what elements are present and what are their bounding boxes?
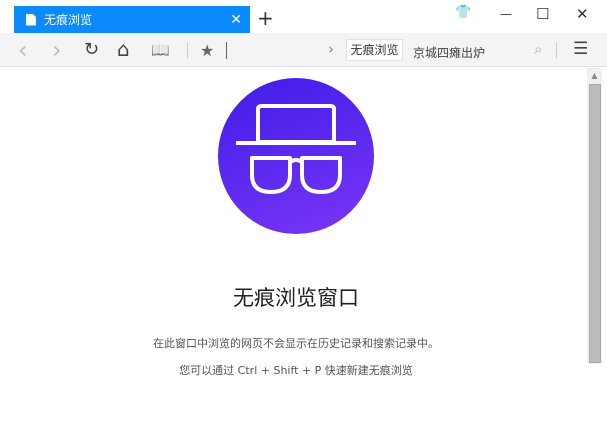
toolbar: ‹ › ↻ ⌂ 📖 ★ › 无痕浏览 京城四瘫出炉 ⌕ ☰ [0,33,607,67]
scrollbar-thumb[interactable] [589,84,601,363]
forward-button[interactable]: › [52,36,62,64]
scrollbar[interactable]: ▲ [587,68,602,364]
incognito-logo [218,78,374,234]
new-tab-button[interactable]: + [257,6,274,30]
hat-glasses-icon [236,104,356,194]
divider [187,42,188,59]
home-button[interactable]: ⌂ [117,37,130,61]
shortcut-hint: 您可以通过 Ctrl + Shift + P 快速新建无痕浏览 [179,364,413,377]
tab-title: 无痕浏览 [44,13,93,27]
back-button[interactable]: ‹ [18,36,28,64]
expand-arrow[interactable]: › [328,40,334,58]
close-window-button[interactable]: ✕ [576,5,589,23]
document-icon [26,13,36,26]
search-icon[interactable]: ⌕ [534,40,542,58]
scroll-up-icon[interactable]: ▲ [587,68,602,84]
hot-search-link[interactable]: 京城四瘫出炉 [413,44,485,61]
tab-incognito[interactable]: 无痕浏览 ✕ [14,6,250,33]
maximize-button[interactable]: ☐ [536,5,549,23]
menu-button[interactable]: ☰ [573,39,588,59]
address-cursor [226,42,227,59]
page-title: 无痕浏览窗口 [233,286,359,310]
tab-close-icon[interactable]: ✕ [230,12,242,28]
reload-button[interactable]: ↻ [84,39,99,60]
divider [556,42,557,59]
skin-icon[interactable]: 👕 [455,5,471,20]
minimize-button[interactable]: — [500,7,512,21]
address-tag[interactable]: 无痕浏览 [346,39,403,61]
bookmark-star-button[interactable]: ★ [200,41,214,60]
description-line-1: 在此窗口中浏览的网页不会显示在历史记录和搜索记录中。 [153,337,439,350]
reader-button[interactable]: 📖 [151,41,170,59]
title-bar: 无痕浏览 ✕ + 👕 — ☐ ✕ [0,0,607,33]
